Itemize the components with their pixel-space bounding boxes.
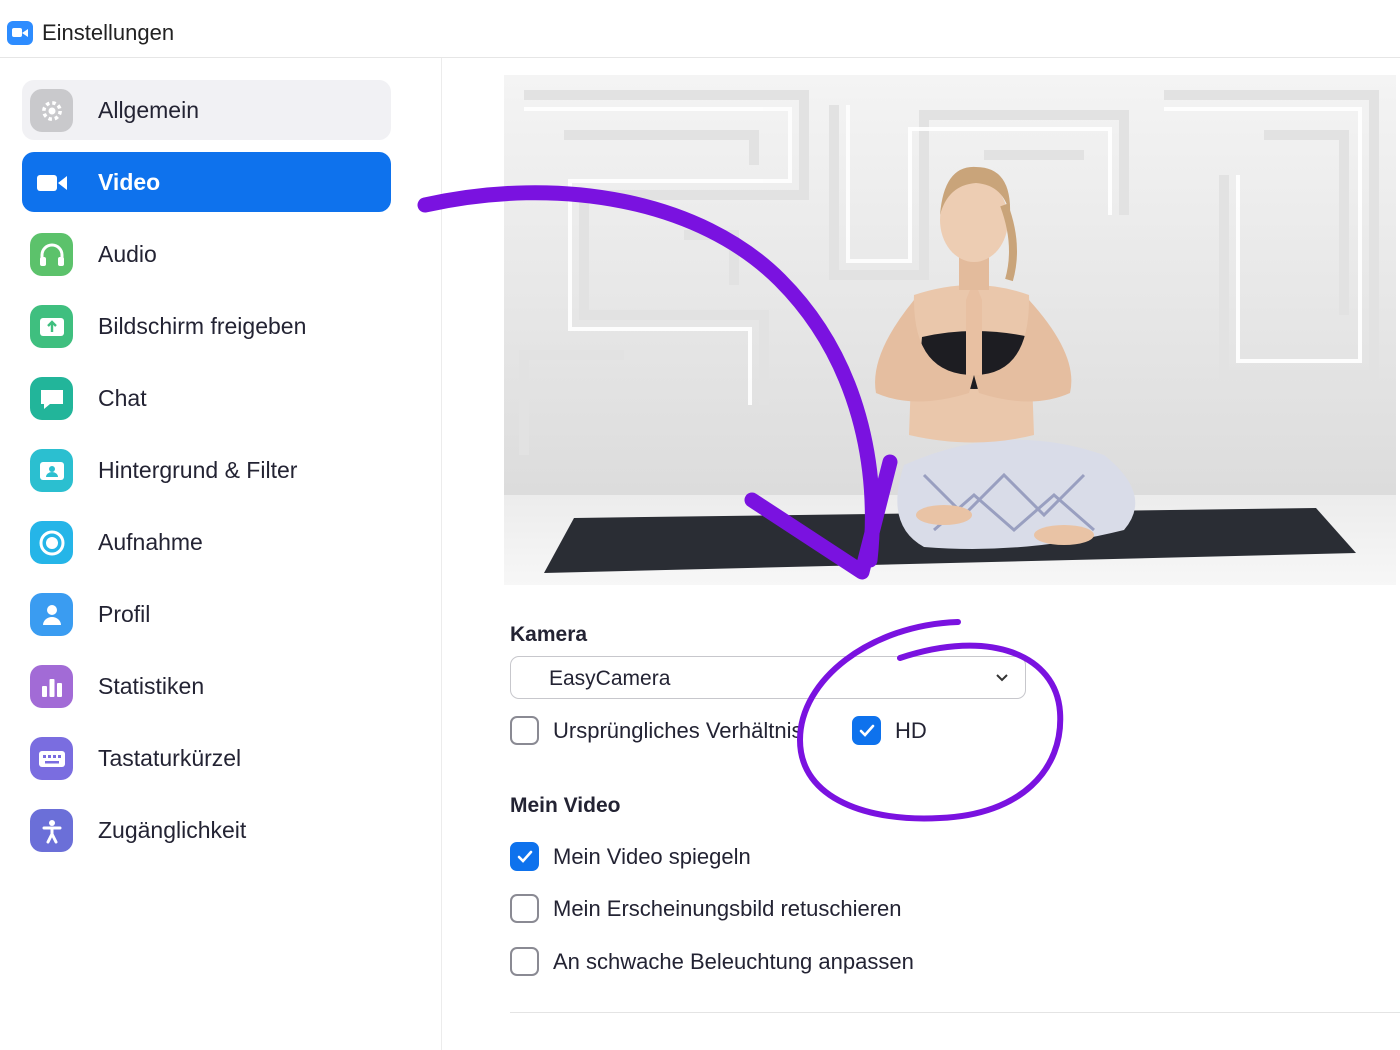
bar-chart-icon	[30, 665, 73, 708]
sidebar-item-allgemein[interactable]: Allgemein	[22, 80, 391, 140]
sidebar-item-label: Bildschirm freigeben	[98, 313, 307, 339]
section-divider	[510, 1012, 1400, 1013]
camera-preview	[504, 75, 1396, 585]
keyboard-icon	[30, 737, 73, 780]
gear-icon	[30, 89, 73, 132]
camera-section-label: Kamera	[510, 623, 588, 646]
profile-person-icon	[30, 593, 73, 636]
sidebar-item-label: Audio	[98, 241, 157, 267]
touch-up-label: Mein Erscheinungsbild retuschieren	[553, 895, 902, 921]
sidebar-item-statistiken[interactable]: Statistiken	[22, 656, 391, 716]
title-bar: Einstellungen	[0, 0, 1400, 58]
original-ratio-label: Ursprüngliches Verhältnis	[553, 717, 803, 743]
sidebar-item-tastaturkuerzel[interactable]: Tastaturkürzel	[22, 728, 391, 788]
record-icon	[30, 521, 73, 564]
mirror-video-label: Mein Video spiegeln	[553, 843, 751, 869]
original-ratio-checkbox[interactable]	[510, 716, 539, 745]
window-title: Einstellungen	[42, 20, 175, 45]
sidebar-item-label: Video	[98, 169, 161, 195]
mirror-video-checkbox[interactable]	[510, 842, 539, 871]
settings-sidebar: Allgemein Video Audio Bildschirm freigeb…	[0, 58, 442, 1050]
sidebar-item-chat[interactable]: Chat	[22, 368, 391, 428]
sidebar-item-hintergrund-filter[interactable]: Hintergrund & Filter	[22, 440, 391, 500]
sidebar-item-aufnahme[interactable]: Aufnahme	[22, 512, 391, 572]
sidebar-item-label: Aufnahme	[98, 529, 203, 555]
video-camera-icon	[30, 161, 73, 204]
sidebar-item-audio[interactable]: Audio	[22, 224, 391, 284]
accessibility-icon	[30, 809, 73, 852]
chat-bubble-icon	[30, 377, 73, 420]
chevron-down-icon	[996, 674, 1008, 682]
checkmark-icon	[517, 850, 532, 863]
sidebar-item-label: Zugänglichkeit	[98, 817, 247, 843]
low-light-label: An schwache Beleuchtung anpassen	[553, 948, 914, 974]
zoom-app-icon	[7, 21, 33, 45]
video-settings-panel: Kamera EasyCamera Ursprüngliches Verhält…	[443, 58, 1400, 1050]
checkmark-icon	[859, 724, 874, 737]
hd-checkbox[interactable]	[852, 716, 881, 745]
touch-up-checkbox[interactable]	[510, 894, 539, 923]
share-screen-icon	[30, 305, 73, 348]
my-video-section-label: Mein Video	[510, 794, 621, 817]
camera-select-value: EasyCamera	[549, 667, 671, 690]
mirror-video-option[interactable]: Mein Video spiegeln	[510, 842, 751, 871]
low-light-option[interactable]: An schwache Beleuchtung anpassen	[510, 947, 914, 976]
sidebar-item-video[interactable]: Video	[22, 152, 391, 212]
hd-label: HD	[895, 717, 927, 743]
original-ratio-option[interactable]: Ursprüngliches Verhältnis	[510, 716, 802, 745]
touch-up-option[interactable]: Mein Erscheinungsbild retuschieren	[510, 894, 902, 923]
camera-select[interactable]: EasyCamera	[510, 656, 1026, 699]
sidebar-item-label: Profil	[98, 601, 151, 627]
sidebar-item-label: Tastaturkürzel	[98, 745, 242, 771]
sidebar-item-label: Allgemein	[98, 97, 199, 123]
sidebar-item-profil[interactable]: Profil	[22, 584, 391, 644]
hd-option[interactable]: HD	[852, 716, 927, 745]
sidebar-item-label: Statistiken	[98, 673, 205, 699]
low-light-checkbox[interactable]	[510, 947, 539, 976]
background-person-icon	[30, 449, 73, 492]
sidebar-item-zugaenglichkeit[interactable]: Zugänglichkeit	[22, 800, 391, 860]
sidebar-item-label: Chat	[98, 385, 147, 411]
headphones-icon	[30, 233, 73, 276]
sidebar-item-label: Hintergrund & Filter	[98, 457, 298, 483]
sidebar-item-bildschirm-freigeben[interactable]: Bildschirm freigeben	[22, 296, 391, 356]
